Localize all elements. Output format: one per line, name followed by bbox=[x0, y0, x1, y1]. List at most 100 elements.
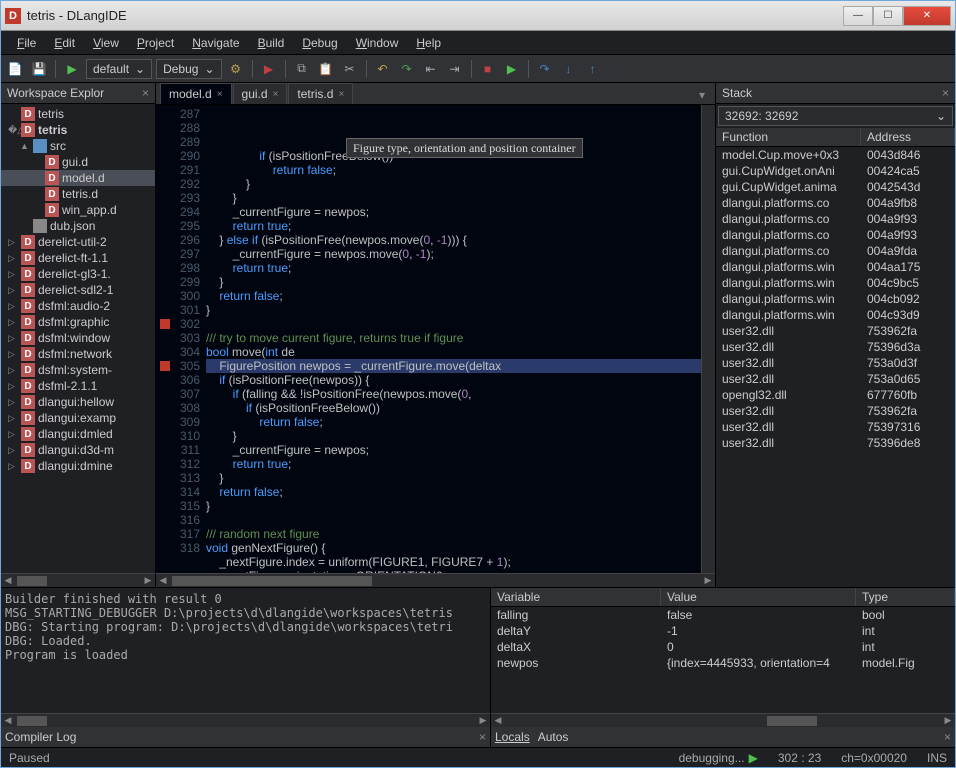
panel-close-icon[interactable]: × bbox=[942, 86, 949, 100]
tree-item[interactable]: ▷Dderelict-sdl2-1 bbox=[1, 282, 155, 298]
continue-icon[interactable]: ▶ bbox=[502, 59, 522, 79]
stack-row[interactable]: dlangui.platforms.co004a9fb8 bbox=[716, 195, 955, 211]
outdent-icon[interactable]: ⇥ bbox=[445, 59, 465, 79]
tree-item[interactable]: ▷Ddlangui:hellow bbox=[1, 394, 155, 410]
editor-gutter[interactable]: 2872882892902912922932942952962972982993… bbox=[156, 105, 206, 573]
gear-icon[interactable]: ⚙ bbox=[226, 59, 246, 79]
col-value[interactable]: Value bbox=[661, 588, 856, 606]
panel-close-icon[interactable]: × bbox=[479, 730, 486, 744]
tree-item[interactable]: �△Dtetris bbox=[1, 122, 155, 138]
tree-item[interactable]: ▷Ddlangui:examp bbox=[1, 410, 155, 426]
output-console[interactable]: Builder finished with result 0 MSG_START… bbox=[1, 588, 490, 713]
run-icon[interactable]: ▶ bbox=[62, 59, 82, 79]
paste-icon[interactable]: 📋 bbox=[316, 59, 336, 79]
stack-row[interactable]: user32.dll75397316 bbox=[716, 419, 955, 435]
col-variable[interactable]: Variable bbox=[491, 588, 661, 606]
minimize-button[interactable]: — bbox=[843, 6, 873, 26]
variable-row[interactable]: deltaY-1int bbox=[491, 623, 955, 639]
close-button[interactable]: ✕ bbox=[903, 6, 951, 26]
console-h-scrollbar[interactable]: ◀▶ bbox=[1, 713, 490, 727]
workspace-tree[interactable]: Dtetris�△Dtetris▲srcDgui.dDmodel.dDtetri… bbox=[1, 104, 155, 573]
redo-icon[interactable]: ↷ bbox=[397, 59, 417, 79]
variable-row[interactable]: fallingfalsebool bbox=[491, 607, 955, 623]
tree-item[interactable]: Dmodel.d bbox=[1, 170, 155, 186]
col-address[interactable]: Address bbox=[861, 128, 955, 146]
tree-item[interactable]: ▷Ddsfml:graphic bbox=[1, 314, 155, 330]
menu-debug[interactable]: Debug bbox=[294, 33, 345, 53]
tree-item[interactable]: Dwin_app.d bbox=[1, 202, 155, 218]
menu-edit[interactable]: Edit bbox=[46, 33, 83, 53]
step-out-icon[interactable]: ↑ bbox=[583, 59, 603, 79]
menu-build[interactable]: Build bbox=[250, 33, 293, 53]
tree-item[interactable]: ▷Ddsfml:network bbox=[1, 346, 155, 362]
tree-item[interactable]: ▷Dderelict-util-2 bbox=[1, 234, 155, 250]
menu-view[interactable]: View bbox=[85, 33, 127, 53]
stack-row[interactable]: dlangui.platforms.co004a9fda bbox=[716, 243, 955, 259]
tree-item[interactable]: ▷Dderelict-ft-1.1 bbox=[1, 250, 155, 266]
stack-row[interactable]: gui.CupWidget.anima0042543d bbox=[716, 179, 955, 195]
tab-close-icon[interactable]: × bbox=[217, 89, 223, 100]
panel-close-icon[interactable]: × bbox=[944, 730, 951, 744]
stack-row[interactable]: user32.dll75396de8 bbox=[716, 435, 955, 451]
menu-file[interactable]: File bbox=[9, 33, 44, 53]
undo-icon[interactable]: ↶ bbox=[373, 59, 393, 79]
editor-h-scrollbar[interactable]: ◀▶ bbox=[156, 573, 715, 587]
code-editor[interactable]: Figure type, orientation and position co… bbox=[206, 105, 701, 573]
stack-row[interactable]: user32.dll753a0d3f bbox=[716, 355, 955, 371]
tree-item[interactable]: ▷Ddsfml:window bbox=[1, 330, 155, 346]
indent-icon[interactable]: ⇤ bbox=[421, 59, 441, 79]
variables-table[interactable]: Variable Value Type fallingfalsebooldelt… bbox=[491, 588, 955, 713]
panel-close-icon[interactable]: × bbox=[142, 86, 149, 100]
tree-item[interactable]: ▷Ddsfml:audio-2 bbox=[1, 298, 155, 314]
stack-row[interactable]: user32.dll753962fa bbox=[716, 403, 955, 419]
tree-item[interactable]: ▷Ddlangui:dmled bbox=[1, 426, 155, 442]
menu-navigate[interactable]: Navigate bbox=[184, 33, 247, 53]
copy-icon[interactable]: ⧉ bbox=[292, 59, 312, 79]
menu-window[interactable]: Window bbox=[348, 33, 407, 53]
tab-gui-d[interactable]: gui.d× bbox=[233, 83, 288, 104]
tab-close-icon[interactable]: × bbox=[338, 89, 344, 100]
tab-locals[interactable]: Locals bbox=[495, 730, 530, 744]
stack-table[interactable]: Function Address model.Cup.move+0x30043d… bbox=[716, 128, 955, 587]
stack-row[interactable]: user32.dll753a0d65 bbox=[716, 371, 955, 387]
new-file-icon[interactable]: 📄 bbox=[5, 59, 25, 79]
tab-tetris-d[interactable]: tetris.d× bbox=[288, 83, 353, 104]
build-dropdown[interactable]: Debug⌄ bbox=[156, 59, 221, 79]
breakpoint-icon[interactable] bbox=[160, 361, 170, 371]
tree-item[interactable]: Dtetris bbox=[1, 106, 155, 122]
vertical-scrollbar[interactable] bbox=[701, 105, 715, 573]
stack-row[interactable]: dlangui.platforms.co004a9f93 bbox=[716, 227, 955, 243]
stack-row[interactable]: opengl32.dll677760fb bbox=[716, 387, 955, 403]
tree-item[interactable]: Dgui.d bbox=[1, 154, 155, 170]
stop-icon[interactable]: ■ bbox=[478, 59, 498, 79]
stack-row[interactable]: dlangui.platforms.co004a9f93 bbox=[716, 211, 955, 227]
stack-row[interactable]: user32.dll75396d3a bbox=[716, 339, 955, 355]
maximize-button[interactable]: ☐ bbox=[873, 6, 903, 26]
variable-row[interactable]: deltaX0int bbox=[491, 639, 955, 655]
col-type[interactable]: Type bbox=[856, 588, 955, 606]
horizontal-scrollbar[interactable]: ◀▶ bbox=[1, 573, 155, 587]
stack-row[interactable]: dlangui.platforms.win004c9bc5 bbox=[716, 275, 955, 291]
stack-row[interactable]: dlangui.platforms.win004cb092 bbox=[716, 291, 955, 307]
col-function[interactable]: Function bbox=[716, 128, 861, 146]
stack-row[interactable]: gui.CupWidget.onAni00424ca5 bbox=[716, 163, 955, 179]
tab-model-d[interactable]: model.d× bbox=[160, 83, 232, 104]
tree-item[interactable]: ▷Ddsfml:system- bbox=[1, 362, 155, 378]
variable-row[interactable]: newpos{index=4445933, orientation=4model… bbox=[491, 655, 955, 671]
stack-row[interactable]: dlangui.platforms.win004c93d9 bbox=[716, 307, 955, 323]
save-icon[interactable]: 💾 bbox=[29, 59, 49, 79]
tab-compiler-log[interactable]: Compiler Log bbox=[5, 730, 76, 744]
config-dropdown[interactable]: default⌄ bbox=[86, 59, 152, 79]
tab-overflow-icon[interactable]: ▾ bbox=[693, 86, 711, 104]
stack-row[interactable]: model.Cup.move+0x30043d846 bbox=[716, 147, 955, 163]
tree-item[interactable]: ▷Ddsfml-2.1.1 bbox=[1, 378, 155, 394]
tree-item[interactable]: Dtetris.d bbox=[1, 186, 155, 202]
cut-icon[interactable]: ✂ bbox=[340, 59, 360, 79]
tree-item[interactable]: ▷Dderelict-gl3-1. bbox=[1, 266, 155, 282]
breakpoint-icon[interactable] bbox=[160, 319, 170, 329]
thread-dropdown[interactable]: 32692: 32692⌄ bbox=[718, 106, 953, 126]
menu-project[interactable]: Project bbox=[129, 33, 182, 53]
tree-item[interactable]: ▲src bbox=[1, 138, 155, 154]
step-into-icon[interactable]: ↓ bbox=[559, 59, 579, 79]
menu-help[interactable]: Help bbox=[408, 33, 449, 53]
